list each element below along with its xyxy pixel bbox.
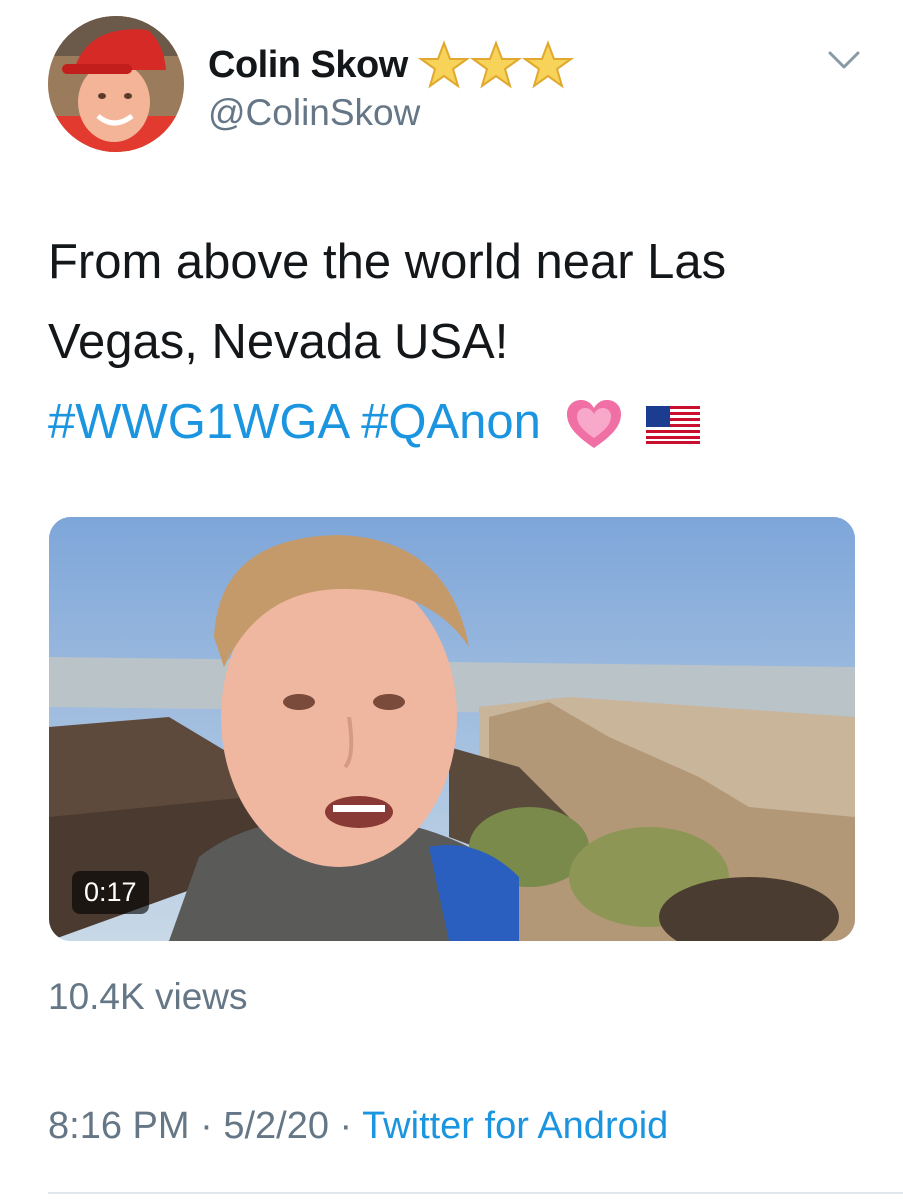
user-handle[interactable]: @ColinSkow [208, 92, 420, 134]
name-badges [417, 40, 574, 90]
hashtag-link[interactable]: #QAnon [361, 395, 541, 449]
video-thumbnail [49, 517, 855, 941]
tweet-text-line: Vegas, Nevada USA! [48, 315, 509, 369]
avatar[interactable] [48, 16, 184, 152]
view-count: 10.4K views [48, 976, 248, 1017]
tweet-time: 8:16 PM [48, 1105, 190, 1147]
meta-separator: · [339, 1105, 353, 1147]
chevron-down-icon[interactable] [826, 44, 862, 74]
star-icon [417, 40, 470, 89]
star-icon [469, 40, 522, 89]
tweet-source-link[interactable]: Twitter for Android [362, 1105, 668, 1147]
tweet-text-line: From above the world near Las [48, 235, 727, 289]
video-player[interactable] [49, 517, 855, 941]
tweet-date: 5/2/20 [223, 1105, 329, 1147]
user-name-row[interactable]: Colin Skow [208, 40, 574, 90]
tweet-hashtag-line: #WWG1WGA #QAnon [48, 382, 868, 462]
divider [48, 1192, 903, 1194]
video-duration-badge: 0:17 [72, 871, 149, 914]
growing-heart-emoji [566, 400, 621, 449]
meta-separator: · [200, 1105, 213, 1147]
hashtag-link[interactable]: #WWG1WGA [48, 395, 347, 449]
display-name[interactable]: Colin Skow [208, 44, 408, 87]
avatar-image [48, 16, 184, 152]
us-flag-emoji [646, 406, 701, 445]
tweet-text: From above the world near Las Vegas, Nev… [48, 222, 868, 462]
star-icon [521, 40, 574, 89]
tweet-meta: 8:16 PM · 5/2/20 · Twitter for Android [48, 1105, 668, 1148]
